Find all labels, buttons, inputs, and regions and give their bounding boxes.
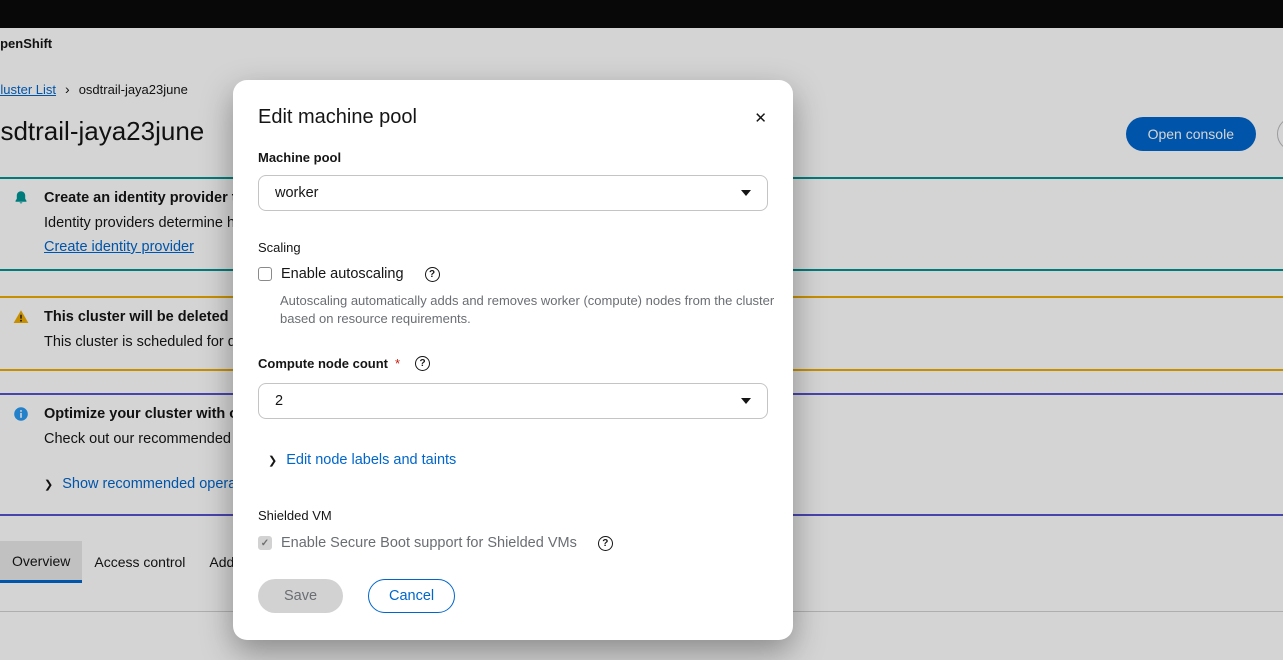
required-asterisk: * <box>395 356 400 371</box>
scaling-label: Scaling <box>258 240 301 255</box>
chevron-down-icon <box>741 190 751 196</box>
help-icon[interactable]: ? <box>425 267 440 282</box>
cancel-button[interactable]: Cancel <box>368 579 455 613</box>
enable-autoscaling-row: Enable autoscaling ? <box>258 266 440 282</box>
help-icon[interactable]: ? <box>415 356 430 371</box>
chevron-down-icon <box>741 398 751 404</box>
chevron-right-icon: ❯ <box>268 454 277 467</box>
enable-autoscaling-label[interactable]: Enable autoscaling <box>281 266 404 282</box>
compute-node-count-select[interactable]: 2 <box>258 383 768 419</box>
enable-autoscaling-checkbox[interactable] <box>258 267 272 281</box>
machine-pool-label: Machine pool <box>258 150 341 165</box>
secure-boot-label: Enable Secure Boot support for Shielded … <box>281 535 577 551</box>
edit-machine-pool-modal: Edit machine pool ✕ Machine pool worker … <box>233 80 793 640</box>
modal-actions: Save Cancel <box>258 579 455 613</box>
close-icon[interactable]: ✕ <box>748 108 773 128</box>
help-icon[interactable]: ? <box>598 536 613 551</box>
compute-node-count-row: Compute node count * ? <box>258 356 430 371</box>
machine-pool-selected-value: worker <box>275 185 319 201</box>
machine-pool-select[interactable]: worker <box>258 175 768 211</box>
compute-node-count-label: Compute node count <box>258 356 388 371</box>
modal-title: Edit machine pool <box>258 106 417 129</box>
autoscaling-description: Autoscaling automatically adds and remov… <box>280 292 785 328</box>
secure-boot-row: ✓ Enable Secure Boot support for Shielde… <box>258 535 613 551</box>
edit-node-labels-link[interactable]: Edit node labels and taints <box>286 452 456 468</box>
shielded-vm-label: Shielded VM <box>258 508 332 523</box>
compute-node-count-value: 2 <box>275 393 283 409</box>
check-icon: ✓ <box>261 538 269 549</box>
secure-boot-checkbox: ✓ <box>258 536 272 550</box>
save-button[interactable]: Save <box>258 579 343 613</box>
edit-node-labels-toggle[interactable]: ❯ Edit node labels and taints <box>268 452 456 468</box>
